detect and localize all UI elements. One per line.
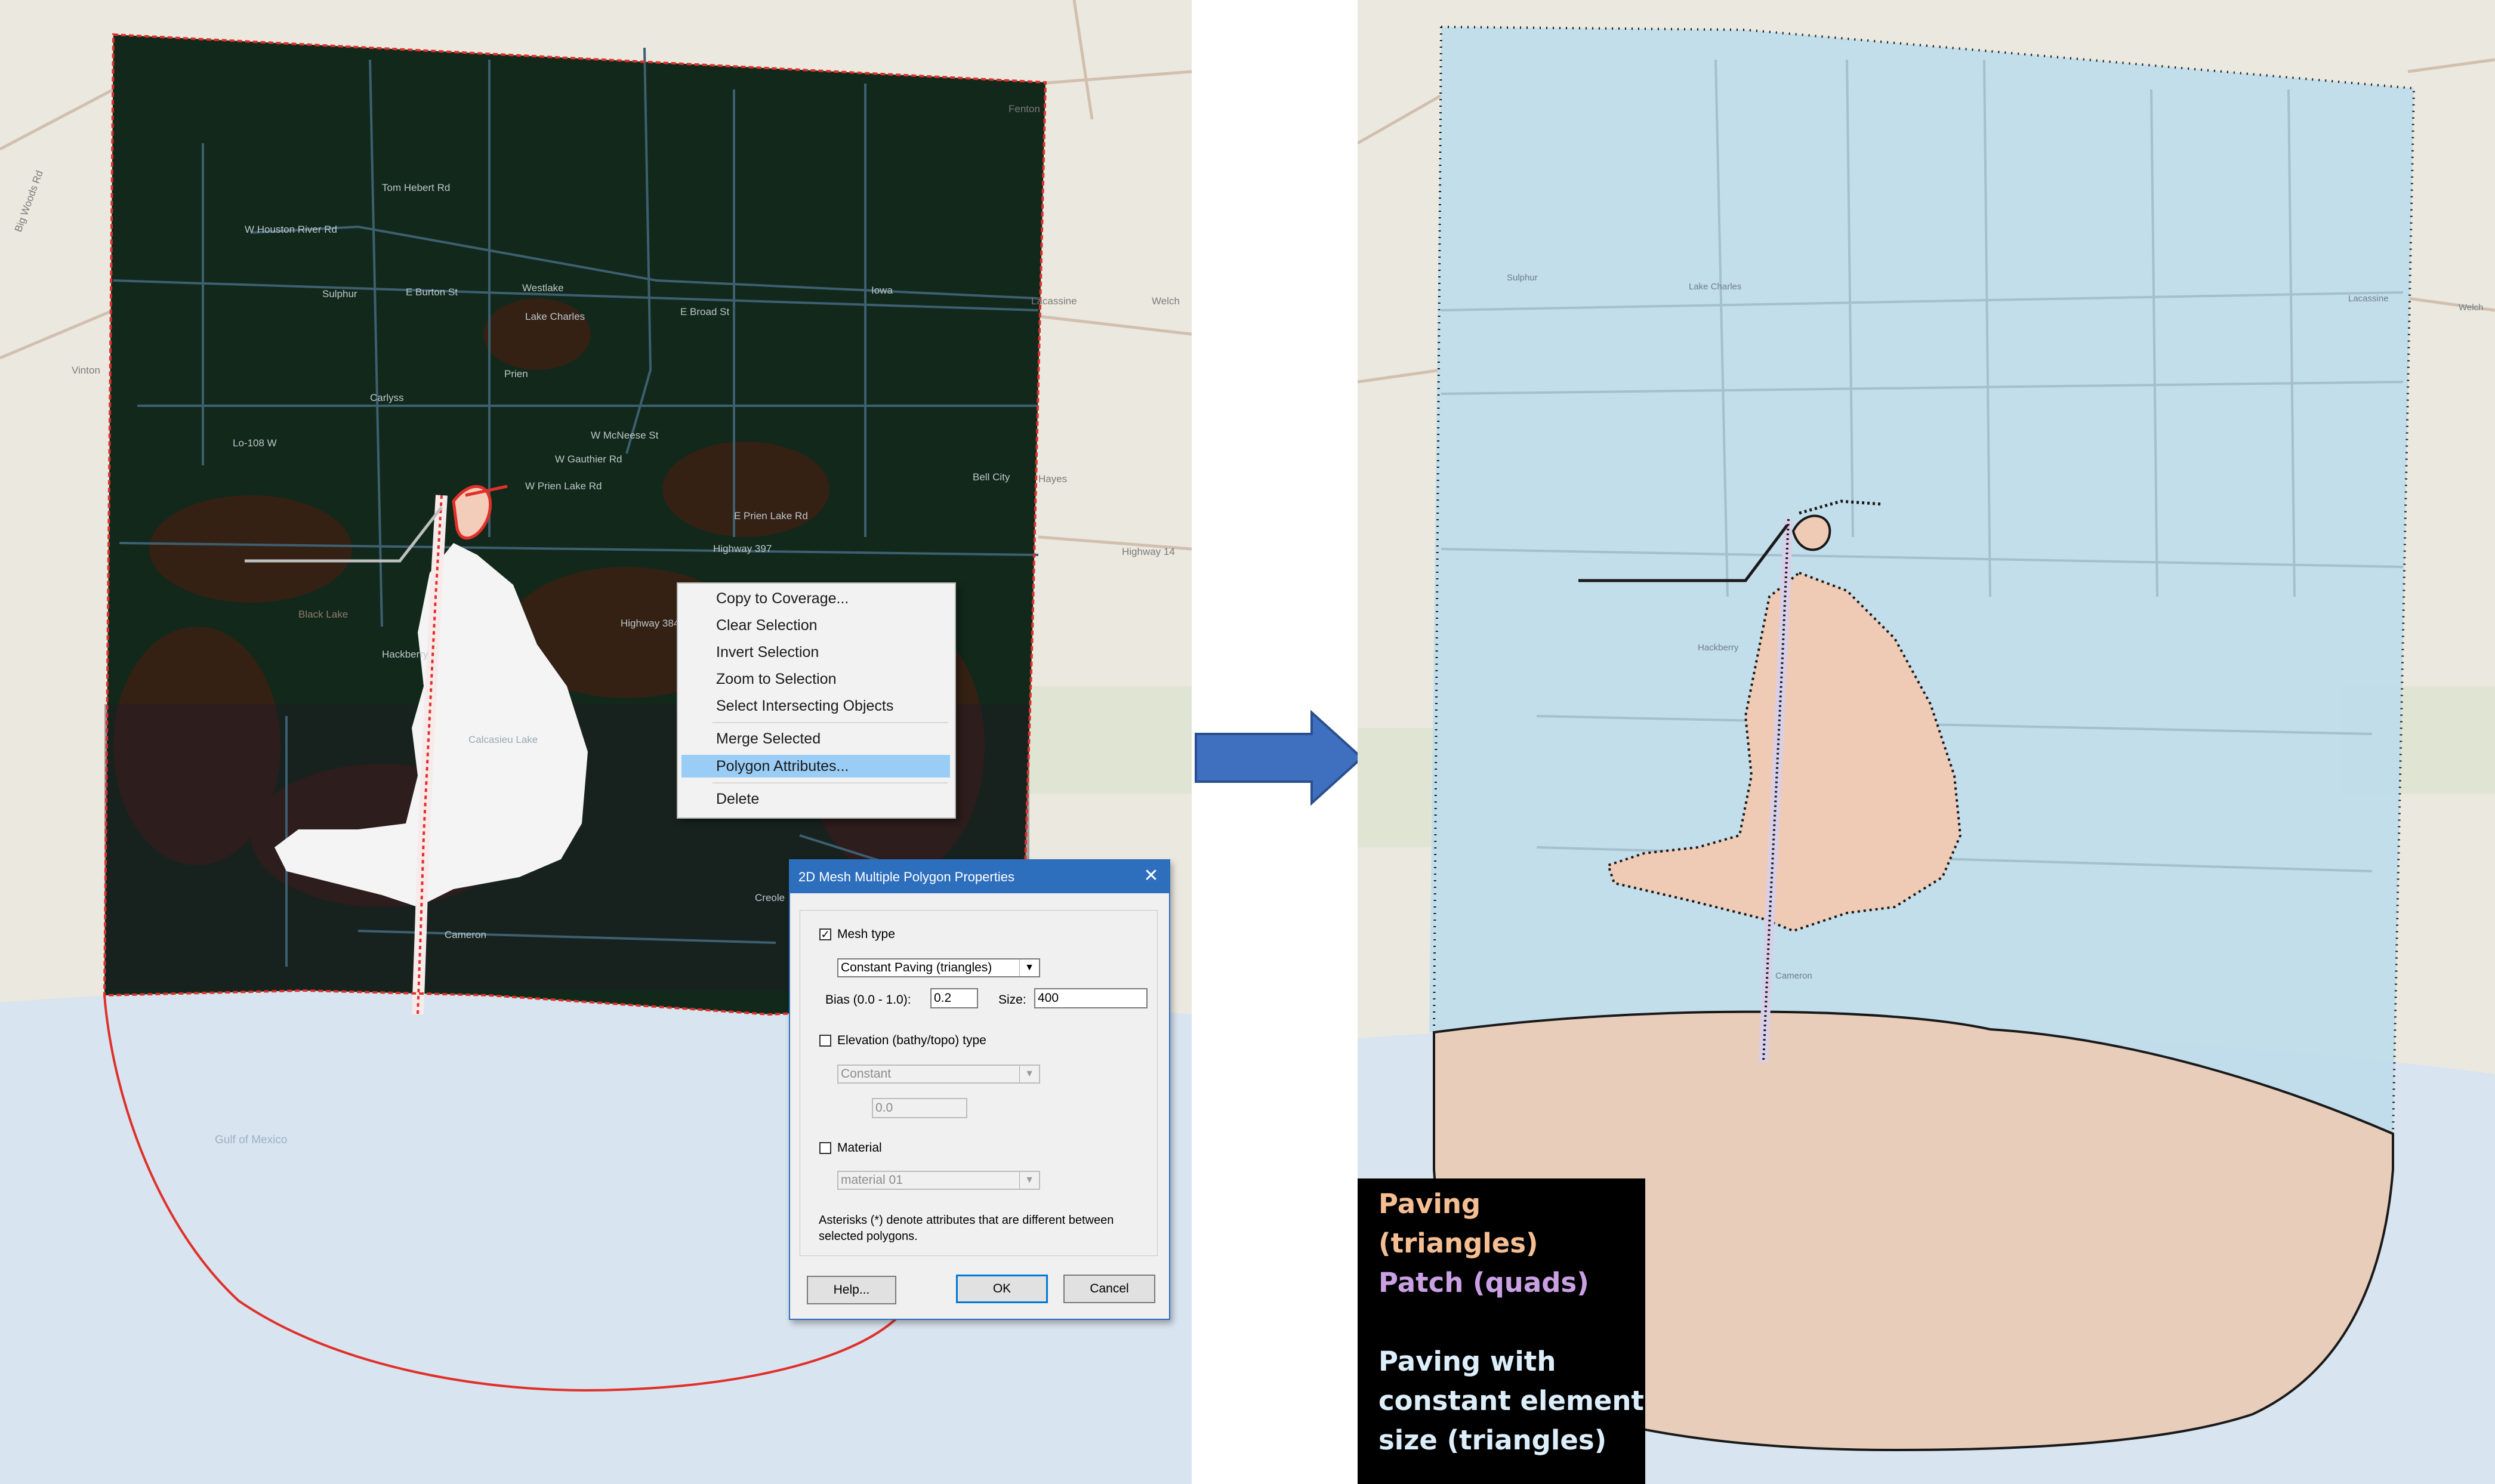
svg-text:Prien: Prien bbox=[504, 368, 528, 380]
svg-text:Lo-108 W: Lo-108 W bbox=[233, 437, 277, 449]
svg-text:Carlyss: Carlyss bbox=[370, 392, 404, 403]
svg-text:Highway 384: Highway 384 bbox=[621, 618, 679, 629]
menu-item-polygon-attributes[interactable]: Polygon Attributes... bbox=[681, 755, 950, 778]
svg-text:Vinton: Vinton bbox=[72, 365, 100, 376]
svg-text:W Houston River Rd: W Houston River Rd bbox=[245, 224, 337, 235]
close-icon[interactable]: ✕ bbox=[1139, 864, 1163, 888]
size-input[interactable]: 400 bbox=[1034, 988, 1148, 1008]
svg-text:Creole: Creole bbox=[755, 892, 785, 903]
menu-item-delete[interactable]: Delete bbox=[681, 788, 950, 810]
bias-input[interactable]: 0.2 bbox=[930, 988, 978, 1008]
polygon-properties-dialog: 2D Mesh Multiple Polygon Properties ✕ ✓ … bbox=[789, 859, 1170, 1320]
svg-text:Welch: Welch bbox=[2459, 303, 2483, 313]
elevation-value-input[interactable]: 0.0 bbox=[872, 1098, 967, 1118]
elevation-type-select[interactable]: Constant ▼ bbox=[837, 1065, 1040, 1084]
chevron-down-icon: ▼ bbox=[1019, 1172, 1039, 1189]
menu-item-clear-selection[interactable]: Clear Selection bbox=[681, 614, 950, 637]
elevation-type-label: Elevation (bathy/topo) type bbox=[837, 1033, 986, 1047]
svg-text:W Prien Lake Rd: W Prien Lake Rd bbox=[525, 480, 602, 492]
svg-text:W McNeese St: W McNeese St bbox=[591, 430, 659, 441]
svg-text:Lacassine: Lacassine bbox=[1031, 295, 1077, 307]
svg-text:Hackberry: Hackberry bbox=[1698, 643, 1739, 653]
chevron-down-icon: ▼ bbox=[1019, 959, 1039, 976]
legend-paving-label: Paving (triangles) bbox=[1378, 1188, 1538, 1259]
svg-text:Iowa: Iowa bbox=[871, 285, 893, 296]
svg-text:Highway 14: Highway 14 bbox=[1122, 546, 1175, 557]
svg-text:Calcasieu Lake: Calcasieu Lake bbox=[468, 734, 538, 745]
svg-text:Tom Hebert Rd: Tom Hebert Rd bbox=[382, 182, 450, 193]
size-label: Size: bbox=[998, 993, 1026, 1007]
menu-item-invert-selection[interactable]: Invert Selection bbox=[681, 641, 950, 664]
material-select[interactable]: material 01 ▼ bbox=[837, 1171, 1040, 1190]
elevation-type-checkbox[interactable] bbox=[819, 1035, 831, 1047]
svg-text:E Prien Lake Rd: E Prien Lake Rd bbox=[734, 510, 808, 522]
legend-box: Paving (triangles) Patch (quads) Paving … bbox=[1358, 1178, 1645, 1484]
svg-text:Bell City: Bell City bbox=[973, 471, 1010, 483]
menu-item-select-intersecting[interactable]: Select Intersecting Objects bbox=[681, 695, 950, 717]
svg-text:Welch: Welch bbox=[1152, 295, 1180, 307]
asterisk-note: Asterisks (*) denote attributes that are… bbox=[819, 1214, 1114, 1243]
svg-text:Sulphur: Sulphur bbox=[1507, 273, 1538, 283]
dialog-options-group: ✓ Mesh type Constant Paving (triangles) … bbox=[800, 910, 1158, 1256]
right-arrow-icon bbox=[1195, 710, 1364, 806]
wildlife-area bbox=[1014, 686, 1192, 794]
svg-text:Cameron: Cameron bbox=[1775, 971, 1812, 981]
svg-text:Sulphur: Sulphur bbox=[322, 288, 357, 300]
svg-text:Westlake: Westlake bbox=[522, 282, 564, 294]
menu-item-copy-to-coverage[interactable]: Copy to Coverage... bbox=[681, 587, 950, 610]
svg-text:E Burton St: E Burton St bbox=[406, 286, 458, 298]
svg-text:Lake Charles: Lake Charles bbox=[1689, 282, 1741, 292]
svg-text:Hackberry: Hackberry bbox=[382, 649, 428, 660]
menu-separator bbox=[713, 722, 948, 723]
svg-text:Lacassine: Lacassine bbox=[2348, 294, 2389, 304]
menu-separator bbox=[713, 782, 948, 783]
svg-text:Hayes: Hayes bbox=[1038, 473, 1067, 485]
material-checkbox[interactable] bbox=[819, 1142, 831, 1154]
menu-item-zoom-to-selection[interactable]: Zoom to Selection bbox=[681, 668, 950, 690]
svg-text:Black Lake: Black Lake bbox=[298, 609, 348, 620]
svg-text:Cameron: Cameron bbox=[445, 929, 486, 940]
menu-item-merge-selected[interactable]: Merge Selected bbox=[681, 727, 950, 750]
legend-constant-line2: constant element bbox=[1378, 1385, 1644, 1417]
context-menu: Copy to Coverage... Clear Selection Inve… bbox=[677, 582, 956, 819]
svg-text:E Broad St: E Broad St bbox=[680, 306, 729, 317]
dialog-titlebar[interactable]: 2D Mesh Multiple Polygon Properties ✕ bbox=[790, 860, 1169, 893]
svg-text:Fenton: Fenton bbox=[1009, 103, 1040, 115]
elevation-type-value: Constant bbox=[841, 1067, 892, 1081]
mesh-type-select[interactable]: Constant Paving (triangles) ▼ bbox=[837, 958, 1040, 977]
ok-button[interactable]: OK bbox=[956, 1275, 1048, 1303]
mesh-type-label: Mesh type bbox=[837, 927, 895, 941]
svg-text:W Gauthier Rd: W Gauthier Rd bbox=[555, 453, 622, 465]
mesh-type-value: Constant Paving (triangles) bbox=[841, 961, 992, 974]
legend-constant-line1: Paving with bbox=[1378, 1346, 1556, 1377]
constant-paving-polygon[interactable] bbox=[1429, 27, 2414, 1134]
svg-text:Highway 397: Highway 397 bbox=[713, 543, 772, 554]
legend-patch-label: Patch (quads) bbox=[1378, 1267, 1589, 1298]
dialog-title: 2D Mesh Multiple Polygon Properties bbox=[798, 869, 1014, 884]
chevron-down-icon: ▼ bbox=[1019, 1066, 1039, 1082]
material-label: Material bbox=[837, 1141, 882, 1155]
wildlife-area bbox=[1358, 728, 1441, 847]
left-map-panel: Sulphur Westlake Lake Charles Iowa Lacas… bbox=[0, 0, 1192, 1484]
material-value: material 01 bbox=[841, 1173, 903, 1187]
help-button[interactable]: Help... bbox=[807, 1276, 896, 1304]
legend-constant-line3: size (triangles) bbox=[1378, 1424, 1607, 1456]
cancel-button[interactable]: Cancel bbox=[1063, 1275, 1155, 1303]
svg-text:Lake Charles: Lake Charles bbox=[525, 311, 585, 322]
svg-text:Gulf of Mexico: Gulf of Mexico bbox=[215, 1134, 287, 1146]
bias-label: Bias (0.0 - 1.0): bbox=[825, 993, 911, 1007]
mesh-type-checkbox[interactable]: ✓ bbox=[819, 928, 831, 940]
